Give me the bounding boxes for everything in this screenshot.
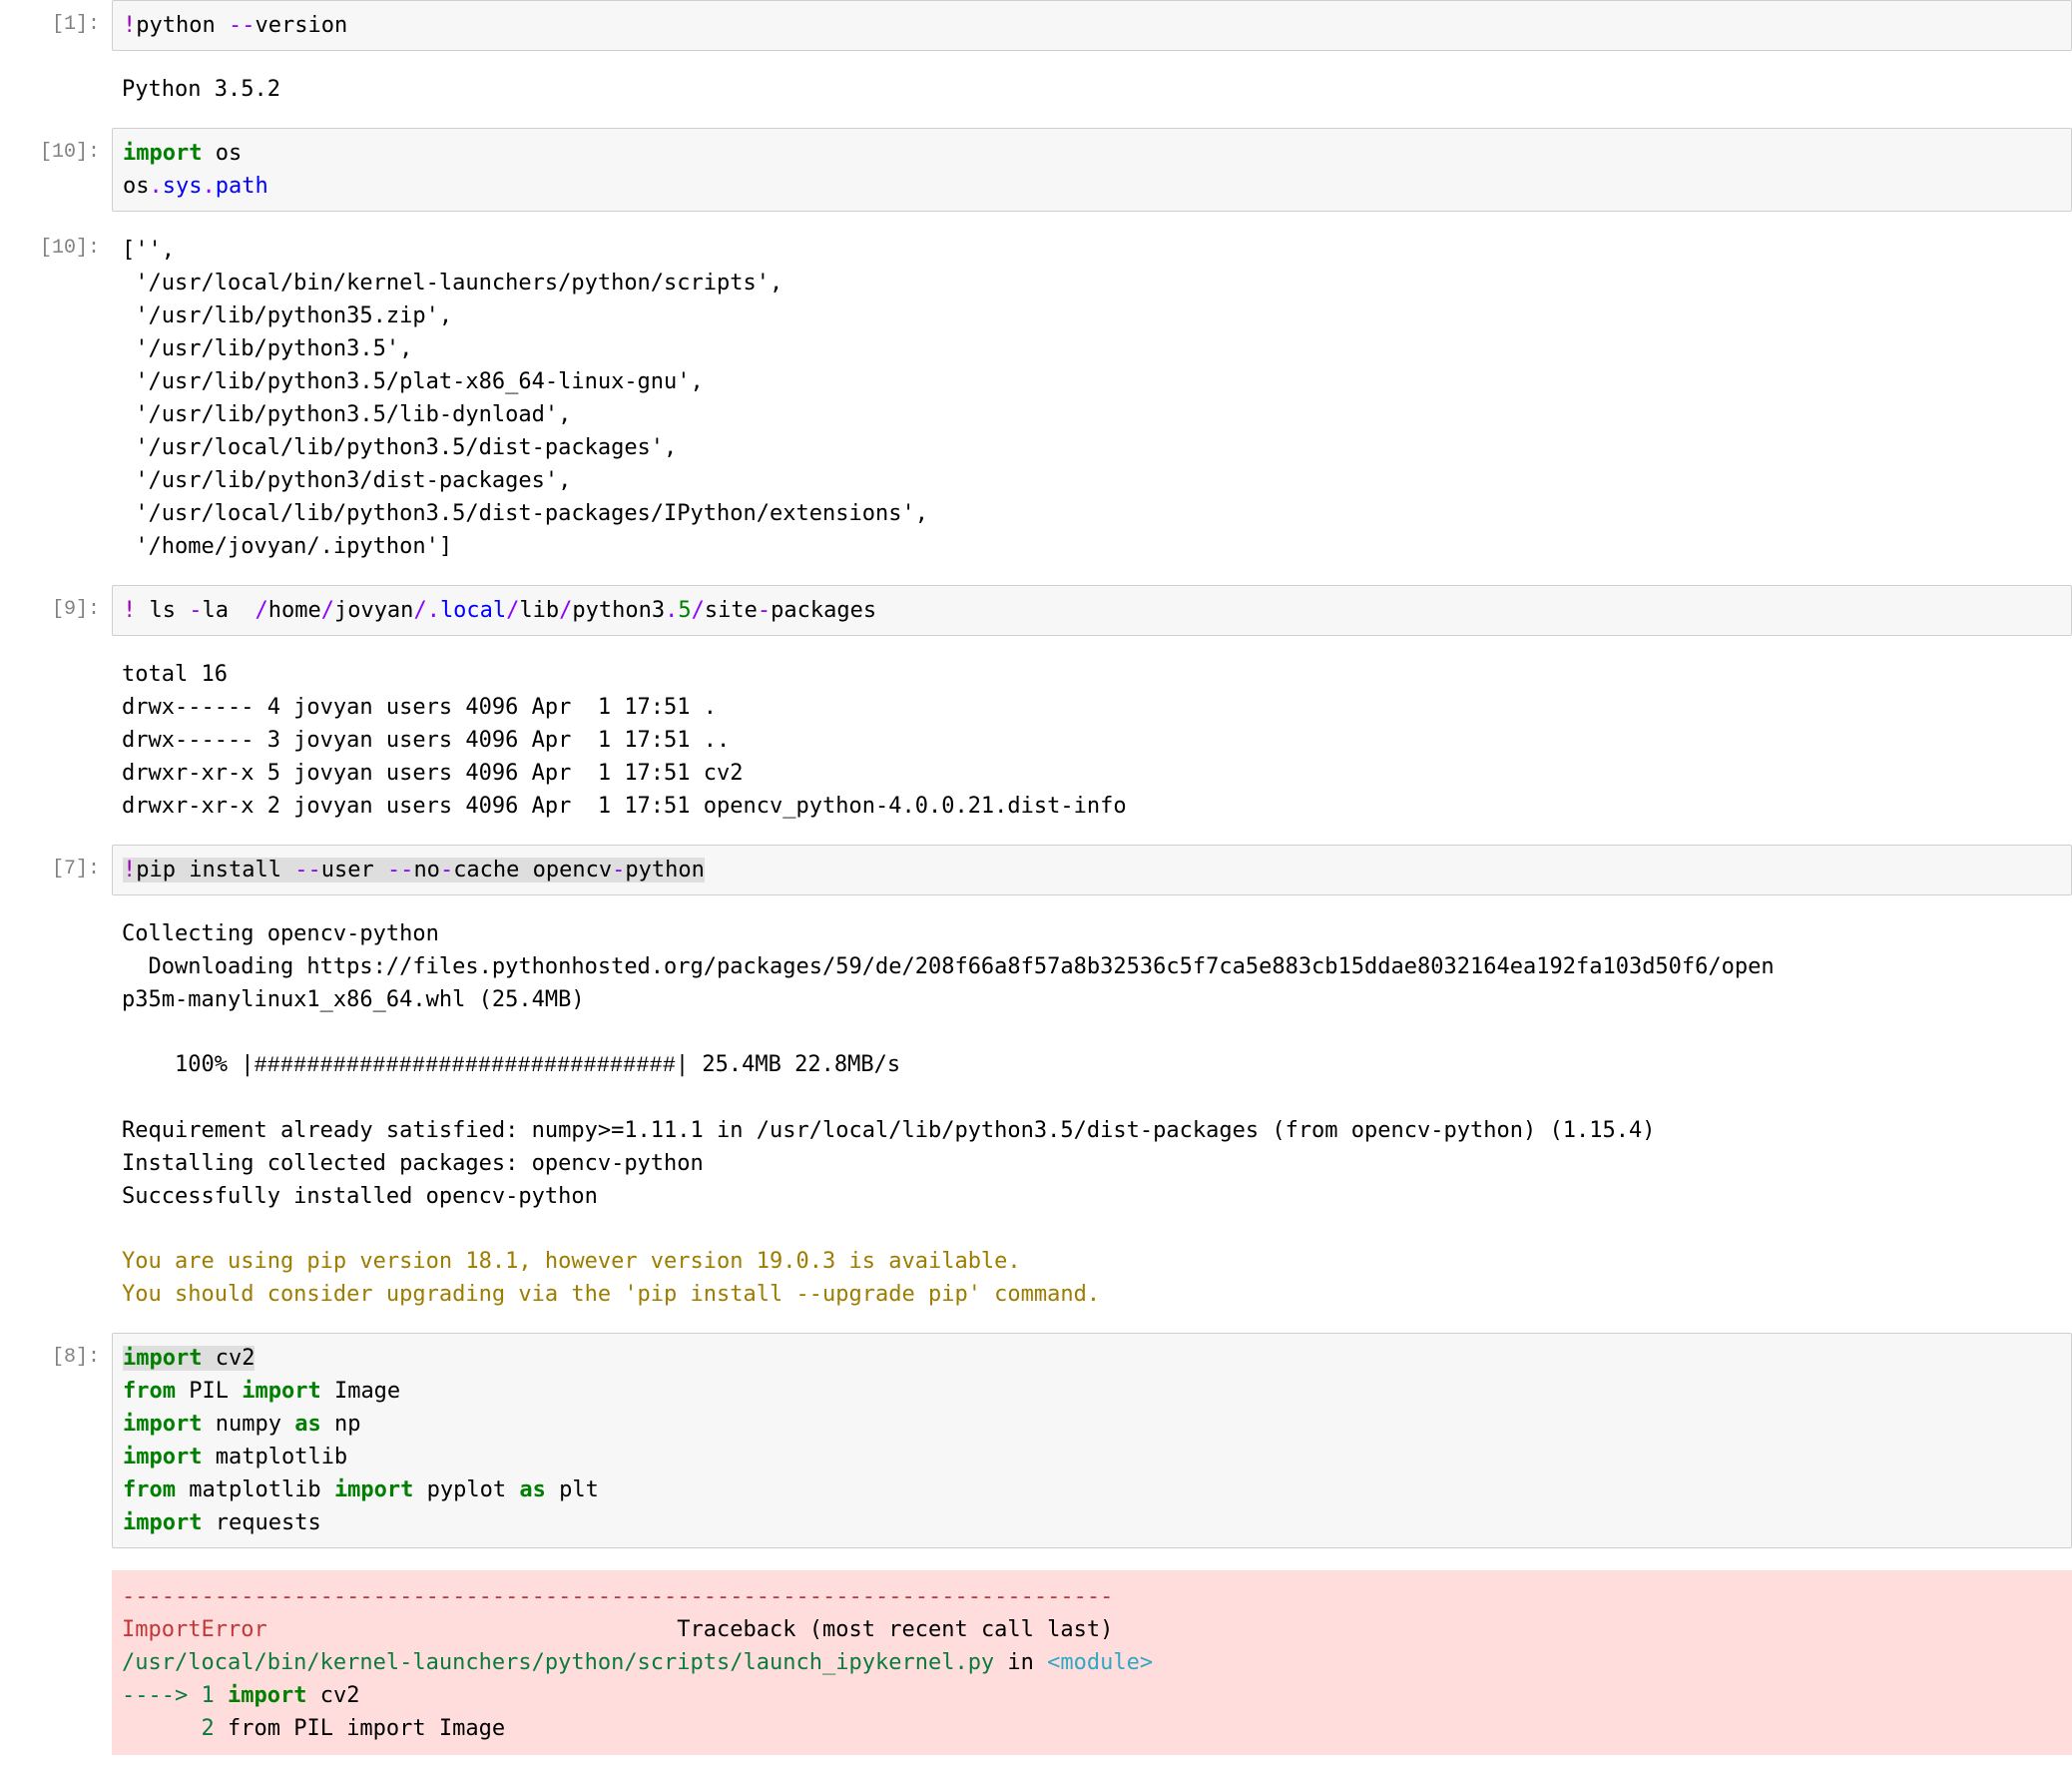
code-input[interactable]: ! ls -la /home/jovyan/.local/lib/python3… <box>112 585 2072 636</box>
cell-output: ----------------------------------------… <box>0 1560 2072 1755</box>
cell-input: [1]:!python --version <box>0 0 2072 51</box>
code-input[interactable]: import os os.sys.path <box>112 128 2072 212</box>
in-prompt: [1]: <box>0 0 112 51</box>
output-stream: Collecting opencv-python Downloading htt… <box>112 907 2072 1026</box>
out-prompt: [10]: <box>0 224 112 573</box>
output-stream: Requirement already satisfied: numpy>=1.… <box>112 1104 2072 1223</box>
cell-input: [7]:!pip install --user --no-cache openc… <box>0 845 2072 895</box>
output-execresult: ['', '/usr/local/bin/kernel-launchers/py… <box>112 224 2072 573</box>
output-warning: You are using pip version 18.1, however … <box>112 1235 2072 1321</box>
cell-output: [10]:['', '/usr/local/bin/kernel-launche… <box>0 224 2072 573</box>
in-prompt: [10]: <box>0 128 112 212</box>
in-prompt: [9]: <box>0 585 112 636</box>
out-prompt <box>0 1038 112 1092</box>
out-prompt <box>0 907 112 1026</box>
output-stream: total 16 drwx------ 4 jovyan users 4096 … <box>112 648 2072 833</box>
output-progress: 100% |################################| … <box>112 1038 2072 1092</box>
out-prompt <box>0 1560 112 1755</box>
notebook: [1]:!python --versionPython 3.5.2[10]:im… <box>0 0 2072 1755</box>
out-prompt <box>0 1104 112 1223</box>
in-prompt: [7]: <box>0 845 112 895</box>
cell-output: Collecting opencv-python Downloading htt… <box>0 907 2072 1026</box>
cell-input: [8]:import cv2 from PIL import Image imp… <box>0 1333 2072 1548</box>
cell-input: [9]:! ls -la /home/jovyan/.local/lib/pyt… <box>0 585 2072 636</box>
cell-output: 100% |################################| … <box>0 1038 2072 1092</box>
cell-output: You are using pip version 18.1, however … <box>0 1235 2072 1321</box>
cell-output: Python 3.5.2 <box>0 63 2072 116</box>
code-input[interactable]: !python --version <box>112 0 2072 51</box>
cell-output: total 16 drwx------ 4 jovyan users 4096 … <box>0 648 2072 833</box>
code-input[interactable]: import cv2 from PIL import Image import … <box>112 1333 2072 1548</box>
out-prompt <box>0 1235 112 1321</box>
in-prompt: [8]: <box>0 1333 112 1548</box>
out-prompt <box>0 63 112 116</box>
code-input[interactable]: !pip install --user --no-cache opencv-py… <box>112 845 2072 895</box>
cell-output: Requirement already satisfied: numpy>=1.… <box>0 1104 2072 1223</box>
progress-bar: ################################ <box>254 1053 675 1078</box>
output-stream: Python 3.5.2 <box>112 63 2072 116</box>
cell-input: [10]:import os os.sys.path <box>0 128 2072 212</box>
output-error: ----------------------------------------… <box>112 1570 2072 1755</box>
out-prompt <box>0 648 112 833</box>
